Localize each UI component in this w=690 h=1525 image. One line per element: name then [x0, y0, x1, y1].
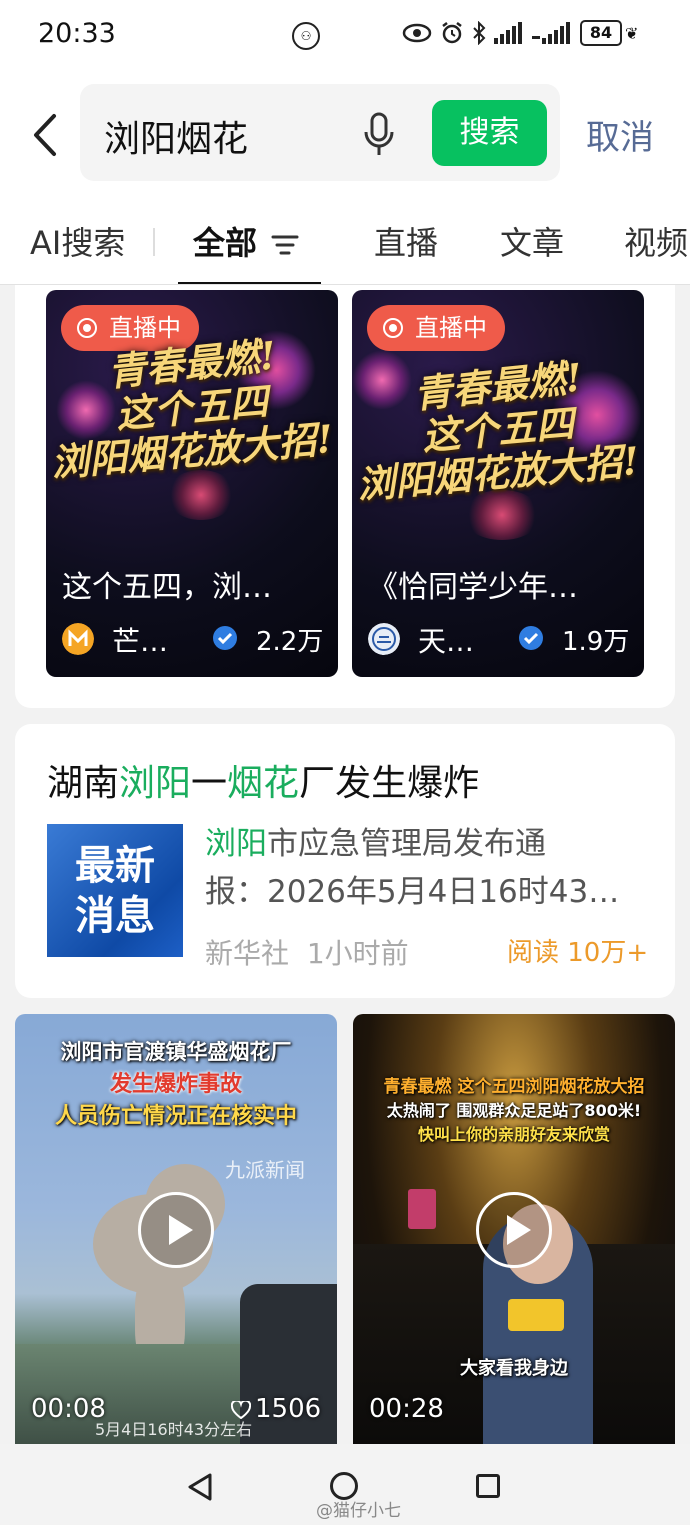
video-card[interactable]: 青春最燃 这个五四浏阳烟花放大招 太热闹了 围观群众足足站了800米! 快叫上你…: [353, 1014, 675, 1444]
video-caption-line: 青春最燃 这个五四浏阳烟花放大招: [383, 1077, 645, 1097]
search-header: 浏阳烟花 搜索 取消 AI搜索 全部 直播 文章 视频: [0, 70, 690, 286]
weibo-watermark: @猫仔小七: [316, 1501, 401, 1521]
author-name: 芒…: [112, 625, 169, 658]
signal-icon: [494, 22, 522, 44]
live-card[interactable]: 直播中 青春最燃! 这个五四 浏阳烟花放大招! 《恰同学少年… 天… 1.9万: [352, 290, 644, 677]
hd-call-icon: ⚇: [292, 22, 320, 50]
news-title[interactable]: 湖南浏阳一烟花厂发生爆炸: [47, 754, 479, 806]
firework-decoration: [166, 470, 236, 520]
battery-indicator: 84 ❦: [580, 20, 638, 46]
tab-bar: AI搜索 全部 直播 文章 视频: [0, 218, 690, 284]
live-results-card: 直播中 青春最燃! 这个五四 浏阳烟花放大招! 这个五四，浏… 芒… 2.2万 …: [15, 285, 675, 708]
live-dot-icon: [77, 318, 97, 338]
tab-videos[interactable]: 视频: [624, 218, 688, 264]
play-icon[interactable]: [138, 1192, 214, 1268]
like-count: 1506: [255, 1394, 322, 1424]
video-caption-line: 发生爆炸事故: [109, 1072, 242, 1097]
thumb-line: 消息: [75, 892, 155, 939]
video-caption-line: 人员伤亡情况正在核实中: [54, 1104, 297, 1129]
search-box[interactable]: 浏阳烟花 搜索: [80, 84, 560, 181]
play-icon[interactable]: [476, 1192, 552, 1268]
tab-all[interactable]: 全部: [193, 218, 299, 264]
news-source: 新华社 1小时前: [205, 932, 409, 972]
back-arrow-icon[interactable]: [26, 112, 66, 158]
snippet-text: 市应急管理局发布通: [267, 826, 546, 862]
tab-live[interactable]: 直播: [374, 218, 438, 264]
news-title-part: 湖南: [47, 763, 120, 804]
news-time: 1小时前: [306, 937, 409, 970]
live-title: 这个五四，浏…: [62, 570, 272, 605]
heart-icon: [231, 1400, 251, 1419]
signal-icon-2: [532, 22, 570, 44]
poster-text: 青春最燃! 这个五四 浏阳烟花放大招!: [46, 332, 338, 485]
status-icons: 84 ❦: [402, 20, 638, 46]
tab-ai-search[interactable]: AI搜索: [30, 218, 125, 264]
source-name: 新华社: [205, 937, 290, 970]
snippet-text: 报：2026年5月4日16时43…: [205, 874, 620, 910]
video-watermark: 九派新闻: [225, 1158, 305, 1182]
verified-icon: [213, 626, 237, 650]
video-duration: 00:28: [369, 1394, 444, 1424]
author-avatar: [368, 623, 400, 655]
bluetooth-icon: [473, 21, 486, 45]
nav-back-icon[interactable]: [186, 1472, 214, 1502]
news-card[interactable]: 湖南浏阳一烟花厂发生爆炸 最新 消息 浏阳市应急管理局发布通 报：2026年5月…: [15, 724, 675, 998]
search-input[interactable]: 浏阳烟花: [104, 110, 248, 162]
system-nav-bar: @猫仔小七: [0, 1444, 690, 1525]
video-likes: 1506: [231, 1394, 321, 1424]
battery-level: 84: [580, 20, 622, 46]
firework-decoration: [462, 490, 542, 540]
thumb-line: 最新: [75, 842, 155, 889]
live-badge: 直播中: [367, 305, 505, 351]
poster-text: 青春最燃! 这个五四 浏阳烟花放大招!: [352, 354, 644, 507]
cancel-button[interactable]: 取消: [586, 110, 654, 159]
news-title-highlight: 烟花: [227, 763, 300, 804]
viewer-count: 1.9万: [562, 627, 630, 657]
video-caption-line: 浏阳市官渡镇华盛烟花厂: [60, 1040, 292, 1064]
verified-icon: [519, 626, 543, 650]
live-card[interactable]: 直播中 青春最燃! 这个五四 浏阳烟花放大招! 这个五四，浏… 芒… 2.2万: [46, 290, 338, 677]
video-duration: 00:08: [31, 1394, 106, 1424]
video-caption-line: 快叫上你的亲朋好友来欣赏: [417, 1125, 610, 1144]
news-snippet: 浏阳市应急管理局发布通 报：2026年5月4日16时43…: [205, 820, 655, 916]
read-count: 阅读 10万+: [507, 938, 649, 968]
alarm-icon: [442, 22, 462, 44]
live-badge-label: 直播中: [415, 314, 487, 342]
news-title-part: 厂发生爆炸: [299, 763, 480, 804]
viewer-count: 2.2万: [256, 627, 324, 657]
news-title-part: 一: [191, 763, 228, 804]
video-caption-line: 太热闹了 围观群众足足站了800米!: [386, 1101, 642, 1120]
tab-all-label: 全部: [193, 224, 258, 262]
author-name: 天…: [418, 625, 475, 658]
video-bottom-caption: 大家看我身边: [460, 1358, 568, 1379]
screen-decoration: [408, 1189, 436, 1229]
video-bottom-caption: 5月4日16时43分左右: [95, 1420, 253, 1439]
news-title-highlight: 浏阳: [119, 763, 192, 804]
mic-cube-decoration: [508, 1299, 564, 1331]
eye-icon: [402, 23, 432, 43]
nav-recent-icon[interactable]: [476, 1474, 500, 1498]
live-title: 《恰同学少年…: [368, 570, 578, 605]
snippet-highlight: 浏阳: [205, 826, 267, 862]
tab-divider: [153, 228, 155, 256]
microphone-icon[interactable]: [362, 112, 396, 158]
leaf-icon: ❦: [625, 23, 639, 43]
search-button[interactable]: 搜索: [432, 100, 547, 166]
status-bar: 20:33 ⚇ 84 ❦: [0, 0, 690, 70]
news-thumbnail: 最新 消息: [47, 824, 183, 957]
filter-icon[interactable]: [271, 234, 299, 256]
tab-articles[interactable]: 文章: [500, 218, 564, 264]
status-time: 20:33: [38, 18, 116, 49]
live-dot-icon: [383, 318, 403, 338]
author-avatar: [62, 623, 94, 655]
video-card[interactable]: 浏阳市官渡镇华盛烟花厂 发生爆炸事故 人员伤亡情况正在核实中 九派新闻 5月4日…: [15, 1014, 337, 1444]
